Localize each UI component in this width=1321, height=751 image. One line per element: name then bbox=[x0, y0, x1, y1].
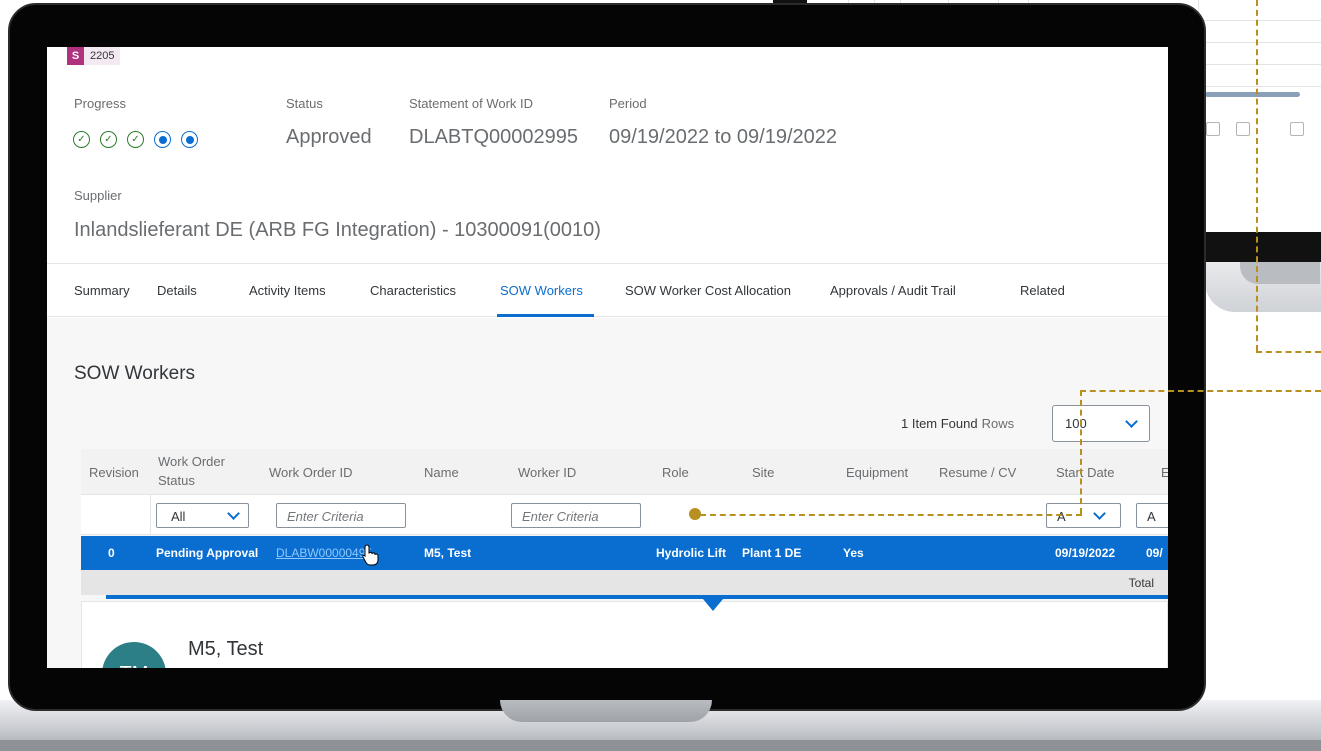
cell-start-date: 09/19/2022 bbox=[1055, 546, 1116, 560]
app-screen: S 2205 Progress ✓ ✓ ✓ Status Approved St… bbox=[47, 47, 1168, 668]
step-complete-icon: ✓ bbox=[73, 131, 90, 148]
rows-label: Rows bbox=[981, 416, 1015, 431]
background-laptop-screen bbox=[1205, 232, 1321, 262]
supplier-value: Inlandslieferant DE (ARB FG Integration)… bbox=[74, 219, 601, 241]
filter-icon bbox=[1206, 122, 1220, 136]
chevron-down-icon bbox=[1093, 507, 1106, 520]
worker-detail-card: TM M5, Test bbox=[81, 601, 1168, 668]
cell-role: Hydrolic Lift bbox=[656, 546, 727, 560]
hand-cursor-icon bbox=[362, 544, 379, 566]
items-found-count: 1 Item Found bbox=[901, 416, 978, 431]
status-filter-value: All bbox=[171, 509, 186, 524]
progress-label: Progress bbox=[74, 96, 127, 111]
end-date-filter-value: A bbox=[1147, 509, 1156, 524]
sow-id-label: Statement of Work ID bbox=[409, 96, 534, 111]
cell-site: Plant 1 DE bbox=[742, 546, 802, 560]
tab-sow-workers[interactable]: SOW Workers bbox=[500, 283, 583, 298]
status-label: Status bbox=[286, 96, 323, 111]
col-resume-cv[interactable]: Resume / CV bbox=[939, 465, 1016, 480]
tab-activity-items[interactable]: Activity Items bbox=[249, 283, 326, 298]
laptop-notch bbox=[500, 700, 712, 722]
tab-bar: Summary Details Activity Items Character… bbox=[47, 263, 1168, 317]
supplier-label: Supplier bbox=[74, 188, 122, 203]
period-value: 09/19/2022 to 09/19/2022 bbox=[609, 126, 837, 148]
laptop-base-edge bbox=[0, 740, 1321, 751]
total-row: Total bbox=[81, 570, 1168, 595]
annotation-dot bbox=[689, 508, 701, 520]
annotation-line bbox=[1256, 0, 1258, 351]
worker-detail-name: M5, Test bbox=[188, 638, 264, 660]
export-icon bbox=[1236, 122, 1250, 136]
badge-letter: S bbox=[67, 47, 84, 65]
tab-related[interactable]: Related bbox=[1020, 283, 1065, 298]
col-role[interactable]: Role bbox=[662, 465, 689, 480]
total-label: Total bbox=[1128, 576, 1154, 590]
col-work-order-id[interactable]: Work Order ID bbox=[269, 465, 353, 480]
active-tab-indicator bbox=[497, 314, 594, 317]
tab-sow-worker-cost-allocation[interactable]: SOW Worker Cost Allocation bbox=[625, 283, 791, 298]
sow-workers-section: SOW Workers 1 Item Found Rows 100 Revisio… bbox=[47, 318, 1168, 668]
start-date-filter-value: A bbox=[1057, 509, 1066, 524]
items-found: 1 Item Found Rows bbox=[901, 416, 1014, 431]
end-date-filter-select[interactable]: A bbox=[1136, 503, 1168, 528]
annotation-line bbox=[1080, 390, 1082, 514]
col-work-order-status-2[interactable]: Status bbox=[158, 473, 195, 488]
sow-id-value: DLABTQ00002995 bbox=[409, 126, 579, 148]
col-end-date[interactable]: E bbox=[1161, 465, 1168, 480]
table-header: Revision Work Order Status Work Order ID… bbox=[81, 449, 1168, 495]
object-badge: S 2205 bbox=[67, 47, 121, 65]
tab-characteristics[interactable]: Characteristics bbox=[370, 283, 456, 298]
cell-status: Pending Approval bbox=[156, 546, 259, 560]
cell-end-date: 09/ bbox=[1146, 546, 1163, 560]
cell-revision: 0 bbox=[108, 546, 115, 560]
selection-caret-icon bbox=[703, 599, 723, 611]
col-start-date[interactable]: Start Date bbox=[1056, 465, 1115, 480]
col-revision[interactable]: Revision bbox=[89, 465, 139, 480]
work-order-id-placeholder: Enter Criteria bbox=[287, 509, 364, 524]
section-title: SOW Workers bbox=[74, 363, 196, 384]
tab-approvals-audit-trail[interactable]: Approvals / Audit Trail bbox=[830, 283, 956, 298]
work-order-id-filter[interactable]: Enter Criteria bbox=[276, 503, 406, 528]
col-equipment[interactable]: Equipment bbox=[846, 465, 908, 480]
col-worker-id[interactable]: Worker ID bbox=[518, 465, 576, 480]
cell-name: M5, Test bbox=[424, 546, 472, 560]
chevron-down-icon bbox=[227, 507, 240, 520]
status-value: Approved bbox=[286, 126, 372, 148]
tab-details[interactable]: Details bbox=[157, 283, 197, 298]
annotation-line bbox=[1080, 390, 1321, 392]
step-complete-icon: ✓ bbox=[127, 131, 144, 148]
rows-per-page-select[interactable]: 100 bbox=[1052, 405, 1150, 442]
col-work-order-status[interactable]: Work Order bbox=[158, 454, 225, 469]
status-filter-select[interactable]: All bbox=[156, 503, 249, 528]
worker-id-placeholder: Enter Criteria bbox=[522, 509, 599, 524]
annotation-line bbox=[700, 514, 1082, 516]
step-current-icon bbox=[154, 131, 171, 148]
worker-id-filter[interactable]: Enter Criteria bbox=[511, 503, 641, 528]
background-scrollbar bbox=[1205, 92, 1300, 97]
cell-equipment: Yes bbox=[843, 546, 864, 560]
rows-per-page-value: 100 bbox=[1065, 416, 1087, 431]
table-row[interactable]: 0 Pending Approval DLABW00000495 M5, Tes… bbox=[81, 536, 1168, 570]
col-site[interactable]: Site bbox=[752, 465, 774, 480]
selection-bar bbox=[106, 595, 1168, 599]
cell-work-order-id-link[interactable]: DLABW00000495 bbox=[276, 546, 372, 560]
badge-number: 2205 bbox=[90, 50, 115, 62]
background-laptop-notch bbox=[1240, 262, 1320, 284]
period-label: Period bbox=[609, 96, 647, 111]
filter-cell bbox=[81, 495, 151, 535]
chevron-down-icon bbox=[1125, 415, 1138, 428]
step-current-icon bbox=[181, 131, 198, 148]
step-complete-icon: ✓ bbox=[100, 131, 117, 148]
tab-summary[interactable]: Summary bbox=[74, 283, 130, 298]
progress-indicator: ✓ ✓ ✓ bbox=[73, 131, 198, 148]
list-icon bbox=[1290, 122, 1304, 136]
col-name[interactable]: Name bbox=[424, 465, 459, 480]
annotation-line bbox=[1256, 351, 1321, 353]
avatar: TM bbox=[102, 642, 166, 668]
